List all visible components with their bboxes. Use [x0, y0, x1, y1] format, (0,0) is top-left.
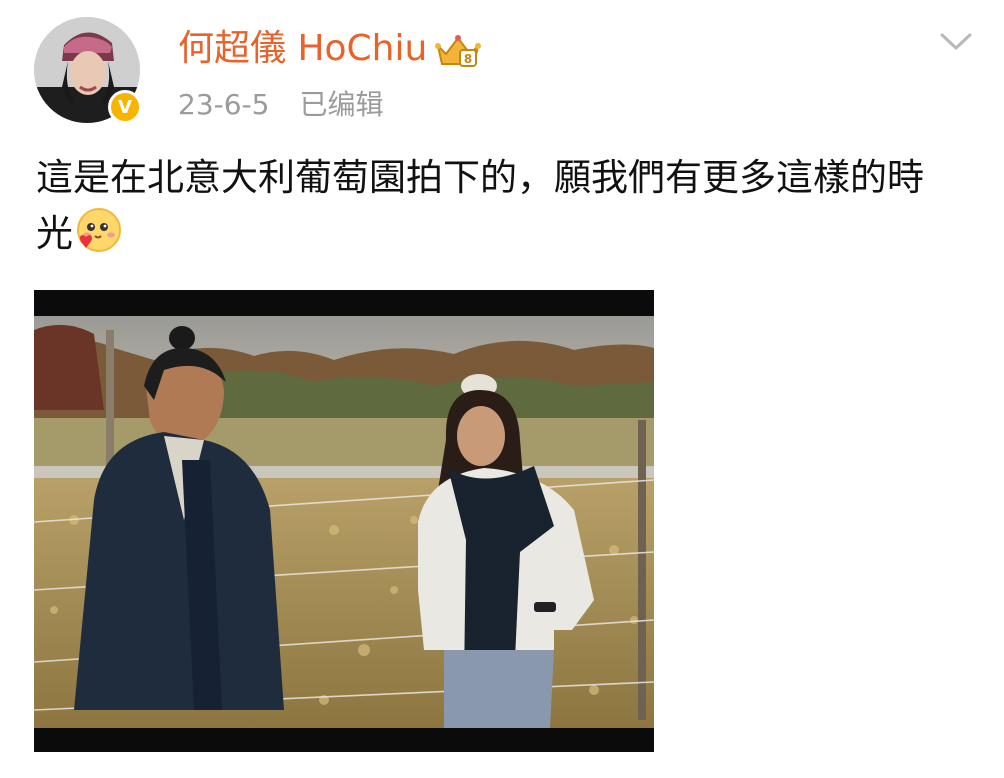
- post-text-content: 這是在北意大利葡萄園拍下的，願我們有更多這樣的時光: [36, 156, 924, 255]
- post-photo[interactable]: [34, 290, 654, 752]
- crown-badge-icon[interactable]: 8: [432, 32, 484, 70]
- edited-label[interactable]: 已编辑: [299, 88, 383, 121]
- chevron-down-icon[interactable]: [936, 26, 976, 56]
- cute-love-emoji-icon: [73, 206, 123, 256]
- post-text: 這是在北意大利葡萄園拍下的，願我們有更多這樣的時光: [36, 150, 956, 262]
- svg-text:8: 8: [464, 52, 472, 66]
- verified-badge-icon: V: [108, 90, 142, 124]
- author-name[interactable]: 何超儀 HoChiu: [178, 26, 427, 72]
- weibo-post: V 何超儀 HoChiu 8 23-6-5 已编辑 這是在北意大利葡萄園拍下的，願…: [0, 0, 1004, 778]
- post-date: 23-6-5: [178, 88, 270, 121]
- post-meta: 23-6-5 已编辑: [178, 86, 383, 124]
